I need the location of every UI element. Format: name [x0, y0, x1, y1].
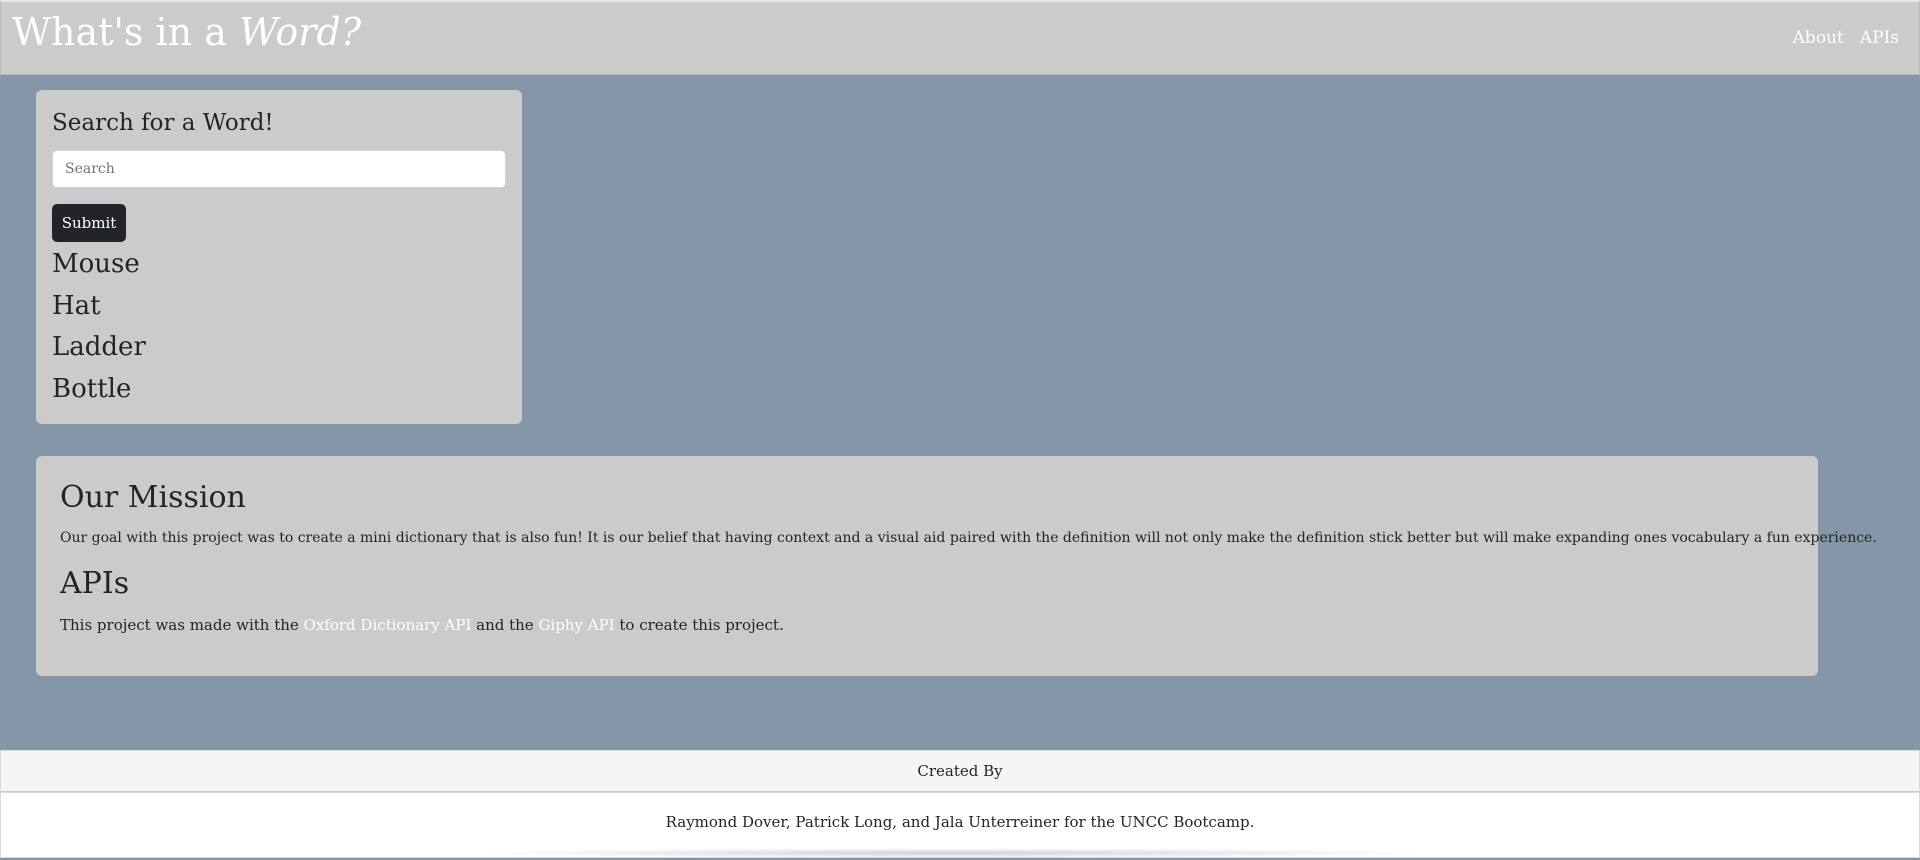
- nav-link-about[interactable]: About: [1793, 28, 1844, 48]
- brand-title[interactable]: What's in a Word?: [12, 10, 362, 54]
- navbar: What's in a Word? About APIs: [0, 0, 1920, 75]
- word-item-hat[interactable]: Hat: [52, 286, 146, 328]
- word-list: Mouse Hat Ladder Bottle: [52, 244, 146, 410]
- submit-button[interactable]: Submit: [52, 204, 126, 242]
- brand-title-prefix: What's in a: [12, 10, 239, 54]
- mission-card: Our Mission Our goal with this project w…: [36, 456, 1877, 676]
- footer-header: Created By: [0, 750, 1920, 792]
- nav-link-apis[interactable]: APIs: [1860, 28, 1899, 48]
- search-title: Search for a Word!: [52, 110, 274, 136]
- search-card: Search for a Word! Submit Mouse Hat Ladd…: [36, 90, 522, 424]
- apis-text: This project was made with the Oxford Di…: [60, 616, 784, 634]
- word-item-bottle[interactable]: Bottle: [52, 369, 146, 411]
- oxford-dictionary-api-link[interactable]: Oxford Dictionary API: [304, 616, 472, 634]
- mission-title: Our Mission: [60, 480, 246, 515]
- word-item-ladder[interactable]: Ladder: [52, 327, 146, 369]
- word-item-mouse[interactable]: Mouse: [52, 244, 146, 286]
- nav-links: About APIs: [1793, 28, 1899, 48]
- brand-title-emphasis: Word?: [238, 10, 362, 54]
- footer-shadow: [460, 848, 1440, 858]
- apis-title: APIs: [60, 566, 130, 601]
- apis-text-after: to create this project.: [614, 616, 784, 634]
- mission-text: Our goal with this project was to create…: [60, 530, 1877, 546]
- apis-text-middle: and the: [471, 616, 539, 634]
- apis-text-before: This project was made with the: [60, 616, 304, 634]
- giphy-api-link[interactable]: Giphy API: [538, 616, 614, 634]
- search-input[interactable]: [52, 150, 506, 188]
